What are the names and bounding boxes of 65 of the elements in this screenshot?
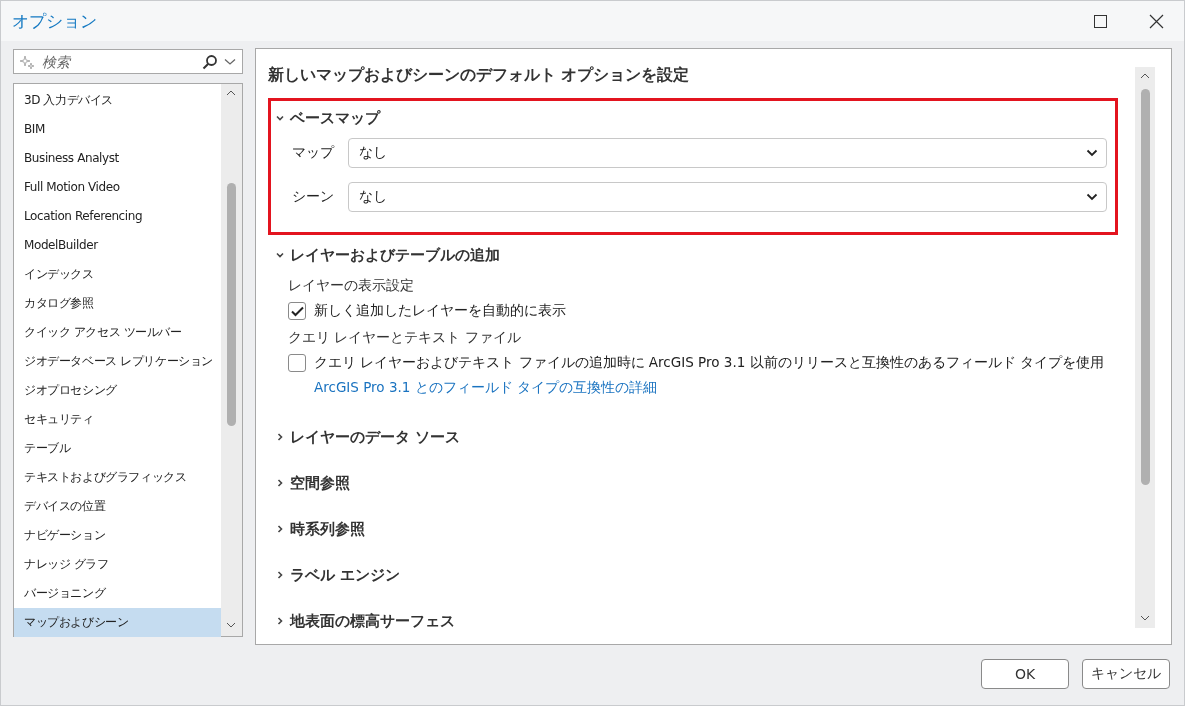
section-header[interactable]: ベースマップ — [275, 108, 1115, 128]
chevron-down-icon — [275, 250, 285, 260]
sparkle-icon — [20, 54, 34, 69]
section-header[interactable]: ラベル エンジン — [275, 565, 1115, 585]
sidebar-item[interactable]: BIM — [14, 115, 221, 144]
sidebar-item[interactable]: カタログ参照 — [14, 289, 221, 318]
sidebar-item[interactable]: デバイスの位置 — [14, 492, 221, 521]
scroll-down-icon[interactable] — [226, 622, 236, 628]
scrollbar[interactable] — [1135, 67, 1155, 628]
sidebar-item[interactable]: テーブル — [14, 434, 221, 463]
checkbox-label: 新しく追加したレイヤーを自動的に表示 — [314, 302, 566, 320]
sidebar-item[interactable]: Full Motion Video — [14, 173, 221, 202]
chevron-down-icon — [275, 113, 285, 123]
sidebar-item[interactable]: ナビゲーション — [14, 521, 221, 550]
section-header[interactable]: レイヤーおよびテーブルの追加 — [275, 245, 1115, 265]
sidebar-item[interactable]: クイック アクセス ツールバー — [14, 318, 221, 347]
dropdown-field[interactable]: なし — [348, 138, 1107, 168]
scrollbar-thumb[interactable] — [227, 183, 236, 426]
sidebar-item[interactable]: ジオプロセシング — [14, 376, 221, 405]
sidebar-item[interactable]: Location Referencing — [14, 202, 221, 231]
field-label: マップ — [292, 144, 336, 162]
search-icon — [202, 53, 218, 70]
sidebar-item[interactable]: ModelBuilder — [14, 231, 221, 260]
section-header[interactable]: 時系列参照 — [275, 519, 1115, 539]
window-title: オプション — [12, 9, 98, 33]
scroll-up-icon[interactable] — [1140, 73, 1150, 79]
dropdown-chevron-icon[interactable] — [224, 57, 236, 66]
cancel-button[interactable]: キャンセル — [1082, 658, 1170, 689]
group-label: レイヤーの表示設定 — [287, 276, 415, 295]
section-header[interactable]: 空間参照 — [275, 473, 1115, 493]
chevron-right-icon — [275, 432, 285, 442]
close-icon — [1148, 13, 1164, 29]
group-label: クエリ レイヤーとテキスト ファイル — [287, 328, 522, 347]
page-heading: 新しいマップおよびシーンのデフォルト オプションを設定 — [268, 65, 691, 86]
sidebar-item[interactable]: ジオデータベース レプリケーション — [14, 347, 221, 376]
chevron-right-icon — [275, 616, 285, 626]
checkbox-label: クエリ レイヤーおよびテキスト ファイルの追加時に ArcGIS Pro 3.1 以前のリリースと互換性のあるフィールド タイプを使用 — [314, 354, 1104, 372]
sidebar-item[interactable]: Business Analyst — [14, 144, 221, 173]
details-link[interactable]: ArcGIS Pro 3.1 とのフィールド タイプの互換性の詳細 — [275, 379, 1115, 399]
chevron-right-icon — [275, 478, 285, 488]
section-header[interactable]: 地表面の標高サーフェス — [275, 611, 1115, 631]
sidebar-item[interactable]: インデックス — [14, 260, 221, 289]
sidebar-item[interactable]: バージョニング — [14, 579, 221, 608]
ok-button[interactable]: OK — [981, 658, 1069, 689]
chevron-down-icon — [1086, 193, 1098, 201]
chevron-right-icon — [275, 524, 285, 534]
sidebar-item[interactable]: ナレッジ グラフ — [14, 550, 221, 579]
chevron-right-icon — [275, 570, 285, 580]
search-input[interactable]: 検索 — [40, 52, 196, 71]
sidebar-item[interactable]: マップおよびシーン — [14, 608, 221, 637]
checkbox[interactable] — [288, 354, 306, 372]
search-box[interactable]: 検索 — [13, 49, 243, 74]
checkbox[interactable] — [288, 302, 306, 320]
field-label: シーン — [292, 188, 335, 206]
dropdown-field[interactable]: なし — [348, 182, 1107, 212]
sidebar-item[interactable]: セキュリティ — [14, 405, 221, 434]
scrollbar-thumb[interactable] — [1141, 89, 1150, 485]
scroll-down-icon[interactable] — [1140, 615, 1150, 621]
scroll-up-icon[interactable] — [226, 90, 236, 96]
sidebar-item[interactable]: テキストおよびグラフィックス — [14, 463, 221, 492]
chevron-down-icon — [1086, 149, 1098, 157]
section-header[interactable]: レイヤーのデータ ソース — [275, 427, 1115, 447]
maximize-icon — [1093, 14, 1107, 28]
sidebar-item[interactable]: 3D 入力デバイス — [14, 86, 221, 115]
scrollbar[interactable] — [221, 84, 242, 636]
